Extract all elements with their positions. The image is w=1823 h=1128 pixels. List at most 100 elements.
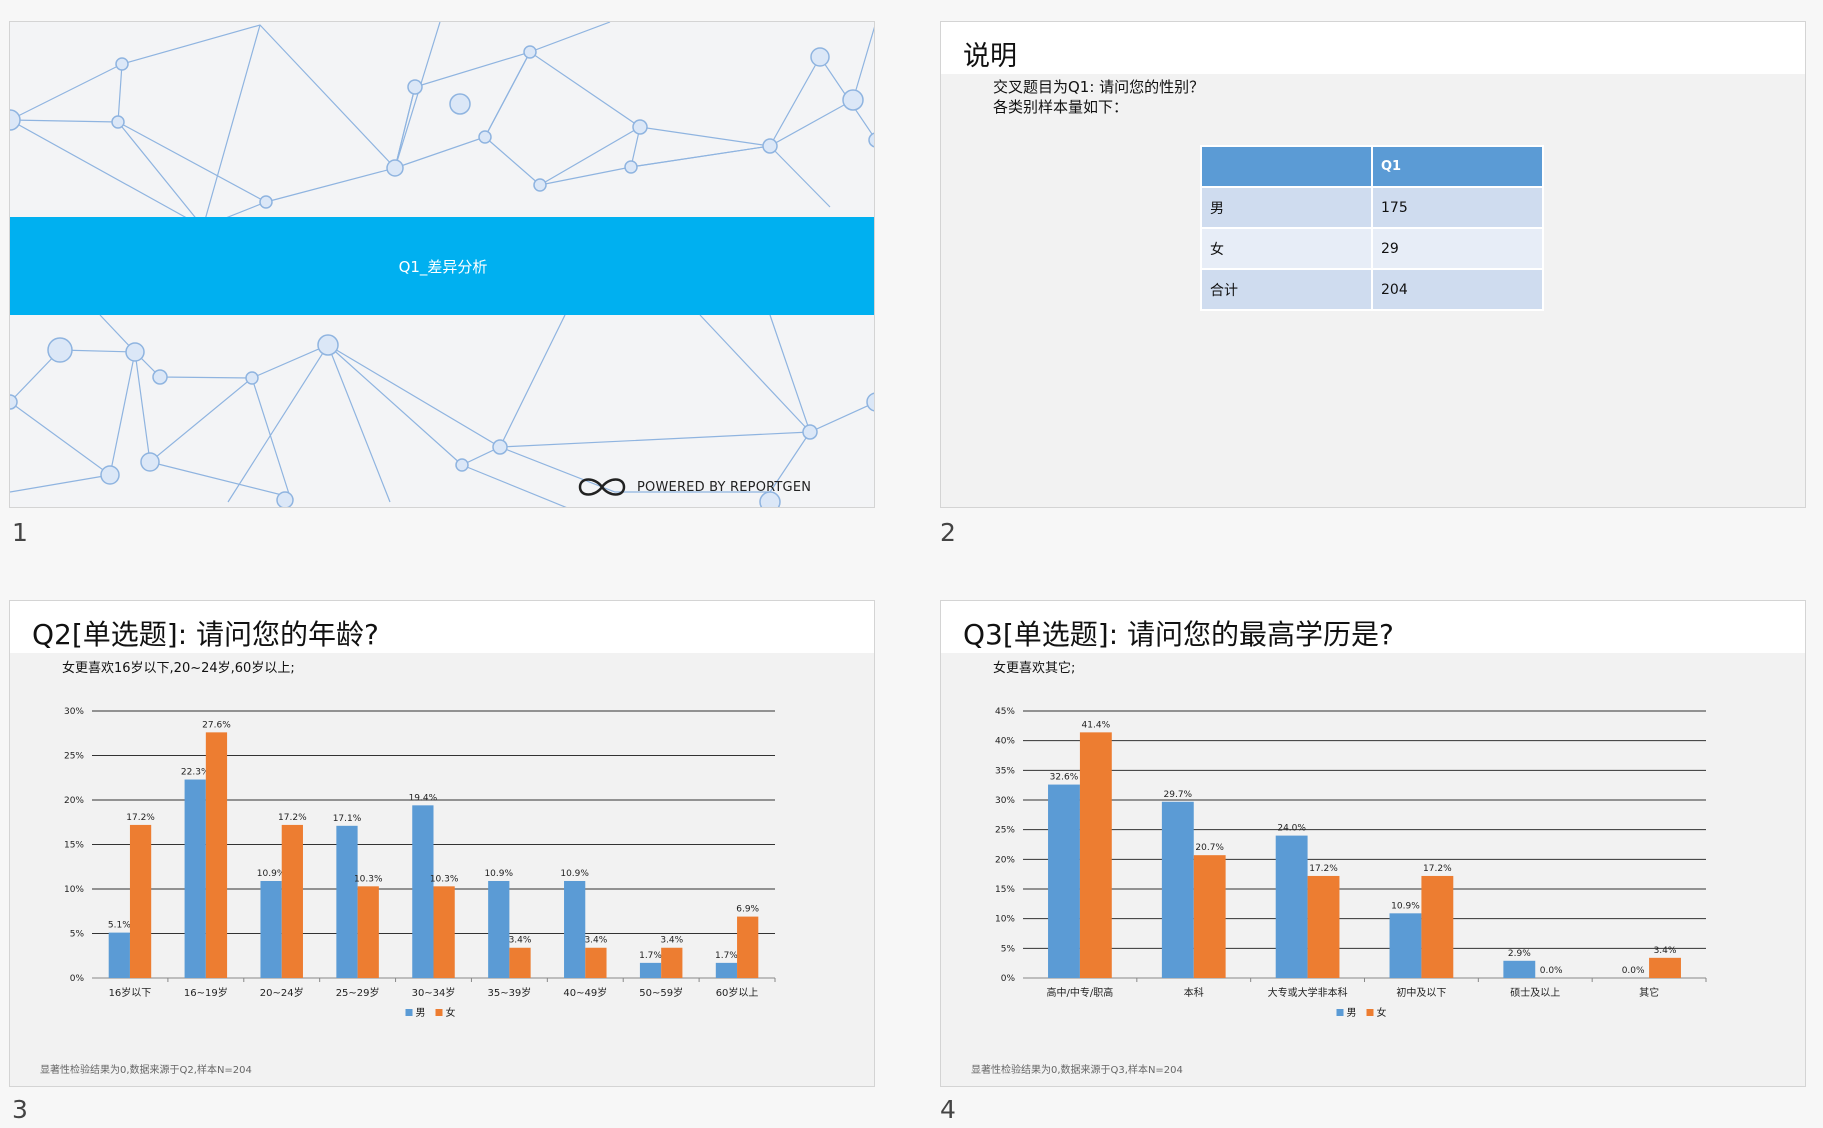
data-label: 0.0%	[1540, 966, 1563, 976]
bar-female	[585, 947, 607, 978]
footnote: 显著性检验结果为0,数据来源于Q3,样本N=204	[971, 1065, 1183, 1076]
data-label: 2.9%	[1508, 949, 1531, 959]
x-tick-label: 25~29岁	[336, 986, 380, 999]
bar-female	[1193, 855, 1226, 978]
table-cell: 合计	[1200, 268, 1373, 311]
data-label: 17.2%	[278, 813, 307, 823]
y-tick-label: 25%	[64, 752, 84, 762]
y-tick-label: 40%	[995, 737, 1015, 747]
legend-label: 女	[446, 1006, 456, 1019]
table-header-row: Q1	[1200, 145, 1544, 188]
data-label: 41.4%	[1082, 720, 1111, 730]
y-tick-label: 45%	[995, 707, 1015, 717]
slide-number: 1	[12, 518, 28, 547]
table-row: 合计 204	[1200, 268, 1544, 311]
data-label: 10.3%	[354, 874, 383, 884]
bar-male	[1048, 784, 1080, 978]
y-tick-label: 5%	[70, 930, 85, 940]
bar-female	[737, 916, 759, 978]
data-label: 27.6%	[202, 720, 231, 730]
table-row: 女 29	[1200, 227, 1544, 270]
x-tick-label: 50~59岁	[639, 986, 683, 999]
bar-female	[129, 824, 152, 978]
bar-male	[564, 880, 586, 978]
slide-number: 3	[12, 1095, 28, 1124]
sample-size-table: Q1 男 175 女 29 合计 204	[1200, 145, 1544, 311]
bar-female	[1307, 875, 1340, 978]
slide-thumbnail-3[interactable]: Q2[单选题]: 请问您的年龄? 女更喜欢16岁以下,20~24岁,60岁以上;…	[9, 600, 875, 1087]
x-tick-label: 60岁以上	[716, 986, 759, 999]
table-header-cell	[1200, 145, 1373, 188]
bar-male	[108, 932, 130, 978]
x-tick-label: 硕士及以上	[1510, 986, 1560, 999]
data-label: 20.7%	[1195, 843, 1224, 853]
age-bar-chart: 0% 5% 10% 15% 20% 25% 30% 5.1% 17.2% 16岁以下 22.3% 27…	[64, 707, 776, 1019]
legend-swatch	[435, 1009, 443, 1016]
bar-male	[639, 962, 662, 978]
data-label: 10.9%	[1391, 901, 1420, 911]
legend-swatch	[1366, 1009, 1374, 1016]
data-label: 10.3%	[430, 874, 459, 884]
x-tick-label: 其它	[1639, 986, 1659, 999]
title-banner: Q1_差异分析	[10, 217, 874, 315]
slide-number: 2	[940, 518, 956, 547]
slide-thumbnail-1[interactable]: Q1_差异分析 POWERED BY REPORTGEN	[9, 21, 875, 508]
bar-male	[184, 779, 206, 978]
data-label: 22.3%	[181, 768, 210, 778]
x-tick-label: 40~49岁	[563, 986, 607, 999]
x-tick-label: 16岁以下	[109, 986, 152, 999]
y-tick-label: 15%	[995, 885, 1015, 895]
slide-thumbnail-2[interactable]: 说明 交叉题目为Q1: 请问您的性别？ 各类别样本量如下： Q1 男 175 女…	[940, 21, 1806, 508]
bar-male	[260, 880, 282, 978]
legend-swatch	[405, 1009, 413, 1016]
y-tick-label: 15%	[64, 841, 84, 851]
data-label: 19.4%	[409, 793, 438, 803]
y-tick-label: 30%	[64, 707, 84, 717]
bar-female	[661, 947, 683, 978]
y-tick-label: 20%	[995, 855, 1015, 865]
table-cell: 175	[1371, 186, 1544, 229]
data-label: 1.7%	[715, 951, 738, 961]
legend-label: 女	[1377, 1006, 1387, 1019]
data-label: 29.7%	[1164, 790, 1193, 800]
x-tick-label: 35~39岁	[487, 986, 531, 999]
data-label: 10.9%	[257, 869, 286, 879]
x-tick-label: 20~24岁	[260, 986, 304, 999]
data-label: 17.1%	[333, 814, 362, 824]
legend-label: 男	[1347, 1007, 1357, 1019]
y-tick-label: 30%	[995, 796, 1015, 806]
y-tick-label: 20%	[64, 796, 84, 806]
slide-thumbnail-4[interactable]: Q3[单选题]: 请问您的最高学历是? 女更喜欢其它; 0% 5% 10% 15% 20…	[940, 600, 1806, 1087]
data-label: 24.0%	[1277, 824, 1306, 834]
bar-male	[715, 962, 738, 978]
y-tick-label: 10%	[995, 915, 1015, 925]
y-tick-label: 5%	[1001, 944, 1016, 954]
x-tick-label: 16~19岁	[184, 986, 228, 999]
x-tick-label: 高中/中专/职高	[1047, 986, 1114, 999]
table-cell: 29	[1371, 227, 1544, 270]
bar-male	[412, 805, 434, 978]
description-line: 交叉题目为Q1: 请问您的性别？	[993, 78, 1205, 96]
y-tick-label: 25%	[995, 826, 1015, 836]
data-label: 6.9%	[736, 905, 759, 915]
bar-male	[336, 825, 358, 978]
data-label: 3.4%	[509, 936, 532, 946]
title-bar: 说明	[941, 22, 1805, 74]
data-label: 0.0%	[1622, 966, 1645, 976]
footnote: 显著性检验结果为0,数据来源于Q2,样本N=204	[40, 1065, 252, 1076]
x-tick-label: 本科	[1184, 986, 1204, 999]
data-label: 3.4%	[584, 936, 607, 946]
data-label: 17.2%	[126, 813, 155, 823]
data-label: 3.4%	[660, 936, 683, 946]
data-label: 3.4%	[1654, 946, 1677, 956]
bar-female	[1079, 732, 1112, 978]
data-label: 10.9%	[560, 869, 589, 879]
bar-female	[1649, 957, 1681, 978]
data-label: 32.6%	[1050, 773, 1079, 783]
bar-female	[205, 732, 228, 978]
legend-swatch	[1336, 1009, 1344, 1016]
table-cell: 204	[1371, 268, 1544, 311]
bar-male	[488, 880, 510, 978]
x-tick-label: 大专或大学非本科	[1268, 986, 1348, 999]
powered-by-logo: POWERED BY REPORTGEN	[575, 474, 811, 500]
